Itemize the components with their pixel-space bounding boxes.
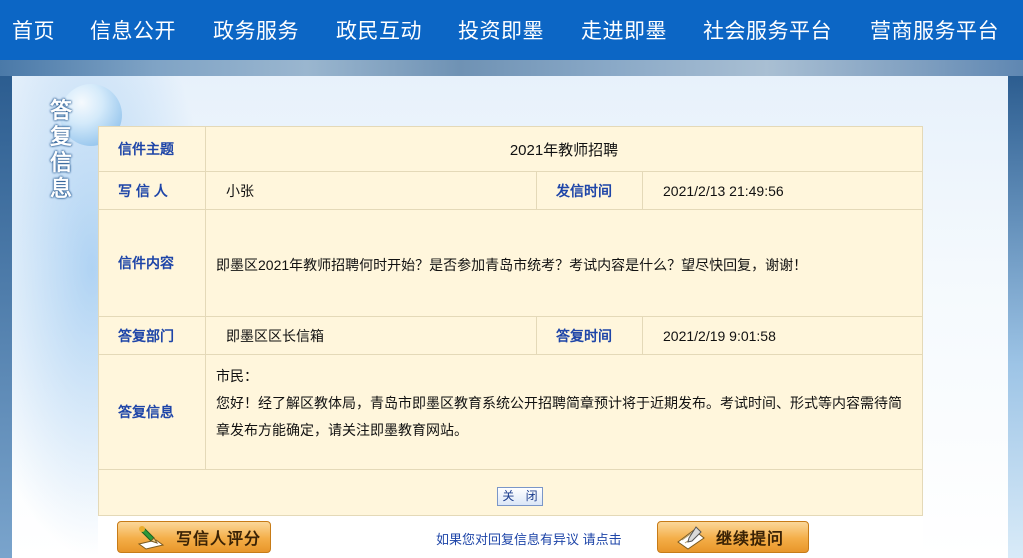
nav-item-invest[interactable]: 投资即墨 [458,15,544,45]
nav-item-info-public[interactable]: 信息公开 [90,15,176,45]
right-decoration [1008,76,1023,558]
appeal-link[interactable]: 如果您对回复信息有异议 请点击 [436,529,622,548]
rate-writer-label: 写信人评分 [176,531,262,548]
writer-label: 写 信 人 [118,182,168,199]
nav-item-about[interactable]: 走进即墨 [581,15,667,45]
pen-paper-icon [676,524,706,550]
nav-item-business-service[interactable]: 营商服务平台 [870,15,999,45]
reply-dept-row: 答复部门 即墨区区长信箱 答复时间 2021/2/19 9:01:58 [99,317,922,355]
continue-asking-label: 继续提问 [716,531,785,548]
close-button[interactable]: 关 闭 [497,487,543,506]
subject-label: 信件主题 [118,141,174,157]
nav-item-interaction[interactable]: 政民互动 [336,15,422,45]
writer-value: 小张 [226,182,254,199]
reply-row: 答复信息 市民： 您好！经了解区教体局，青岛市即墨区教育系统公开招聘简章预计将于… [99,355,922,470]
sent-time-value: 2021/2/13 21:49:56 [663,182,784,199]
side-title: 答 复 信 息 [49,98,72,201]
left-decoration [0,76,12,558]
reply-time-value: 2021/2/19 9:01:58 [663,327,776,344]
top-navigation: 首页 信息公开 政务服务 政民互动 投资即墨 走进即墨 社会服务平台 营商服务平… [0,0,1023,60]
reply-content: 市民： 您好！经了解区教体局，青岛市即墨区教育系统公开招聘简章预计将于近期发布。… [216,355,916,444]
content-row: 信件内容 即墨区2021年教师招聘何时开始？是否参加青岛市统考？考试内容是什么？… [99,210,922,317]
reply-dept-label: 答复部门 [118,327,174,344]
nav-item-social-service[interactable]: 社会服务平台 [703,15,832,45]
writer-row: 写 信 人 小张 发信时间 2021/2/13 21:49:56 [99,172,922,210]
nav-item-gov-service[interactable]: 政务服务 [213,15,299,45]
content-label: 信件内容 [118,255,174,271]
reply-dept-value: 即墨区区长信箱 [226,327,324,344]
pencil-paper-icon [136,524,166,550]
sent-time-label: 发信时间 [556,182,612,199]
reply-label: 答复信息 [118,404,174,420]
continue-asking-button[interactable]: 继续提问 [657,521,809,553]
subject-row: 信件主题 2021年教师招聘 [99,127,922,172]
reply-line-1: 您好！经了解区教体局，青岛市即墨区教育系统公开招聘简章预计将于近期发布。考试时间… [216,395,902,411]
nav-item-home[interactable]: 首页 [12,15,55,45]
subject-value: 2021年教师招聘 [509,141,619,159]
reply-time-label: 答复时间 [556,327,612,344]
reply-line-2: 章发布方能确定，请关注即墨教育网站。 [216,422,468,438]
reply-greeting: 市民： [216,368,258,384]
rate-writer-button[interactable]: 写信人评分 [117,521,271,553]
content-value: 即墨区2021年教师招聘何时开始？是否参加青岛市统考？考试内容是什么？望尽快回复… [216,257,808,273]
letter-detail-table: 信件主题 2021年教师招聘 写 信 人 小张 发信时间 2021/2/13 2… [98,126,923,516]
